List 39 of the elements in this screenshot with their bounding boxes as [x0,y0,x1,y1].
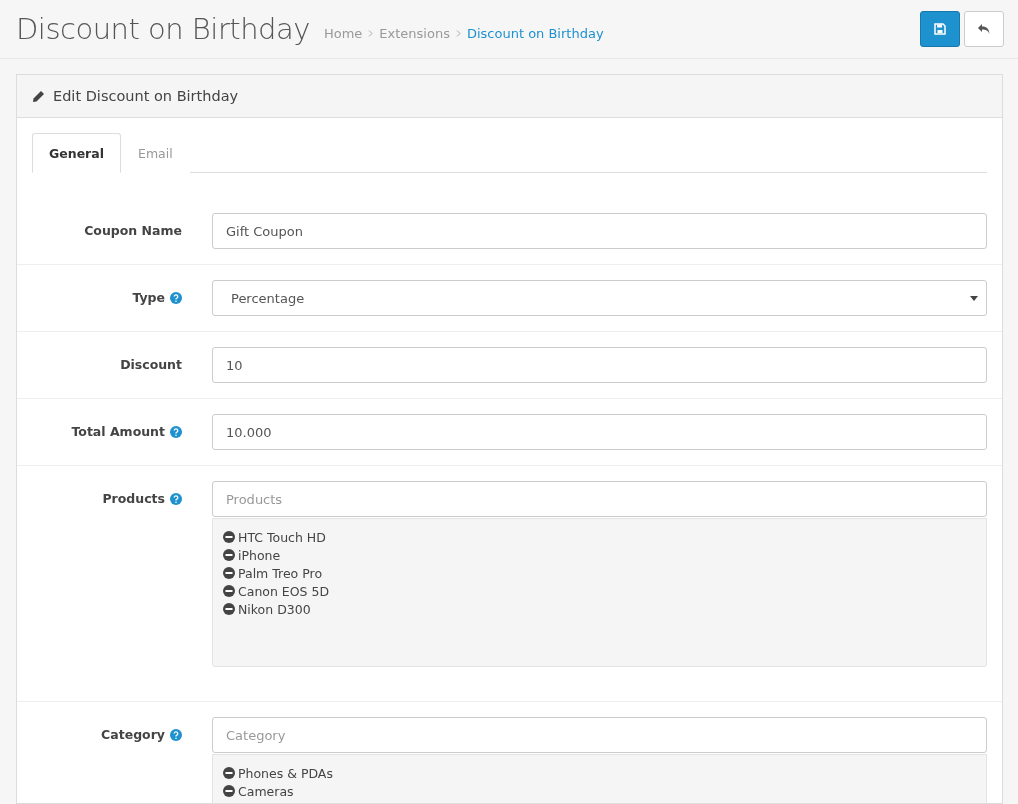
text-field[interactable]: Gift Coupon [212,213,987,249]
pencil-icon [32,89,45,103]
autocomplete-field[interactable]: Category [212,717,987,753]
chevron-icon [455,29,461,37]
list-item: Canon EOS 5D [238,583,330,599]
remove-icon[interactable] [223,785,235,797]
chevron-icon [368,29,374,37]
help-icon [170,292,182,304]
field-label: Products [102,491,165,506]
list-item: Palm Treo Pro [238,565,323,581]
help-icon [170,493,182,505]
text-field[interactable]: 10.000 [212,414,987,450]
select-field[interactable]: Percentage [212,280,987,316]
tab[interactable]: General [32,133,121,173]
list-item: HTC Touch HD [238,529,326,545]
autocomplete-field[interactable]: Products [212,481,987,517]
field-label: Category [101,727,165,742]
field-label: Total Amount [71,424,165,439]
remove-icon[interactable] [223,603,235,615]
list-item: Cameras [238,783,294,799]
remove-icon[interactable] [223,531,235,543]
reply-arrow-icon [977,23,991,35]
remove-icon[interactable] [223,767,235,779]
panel-title: Edit Discount on Birthday [53,88,239,104]
remove-icon[interactable] [223,567,235,579]
help-icon [170,426,182,438]
field-label: Type [132,290,165,305]
remove-icon[interactable] [223,549,235,561]
help-icon [170,729,182,741]
list-item: Phones & PDAs [238,765,333,781]
save-button[interactable] [920,11,960,47]
list-item: Nikon D300 [238,601,311,617]
remove-icon[interactable] [223,585,235,597]
list-item: iPhone [238,547,281,563]
text-field[interactable]: 10 [212,347,987,383]
caret-icon [970,295,978,301]
field-label: Coupon Name [84,223,182,238]
field-label: Discount [120,357,182,372]
page-title: Discount on Birthday [16,12,310,46]
